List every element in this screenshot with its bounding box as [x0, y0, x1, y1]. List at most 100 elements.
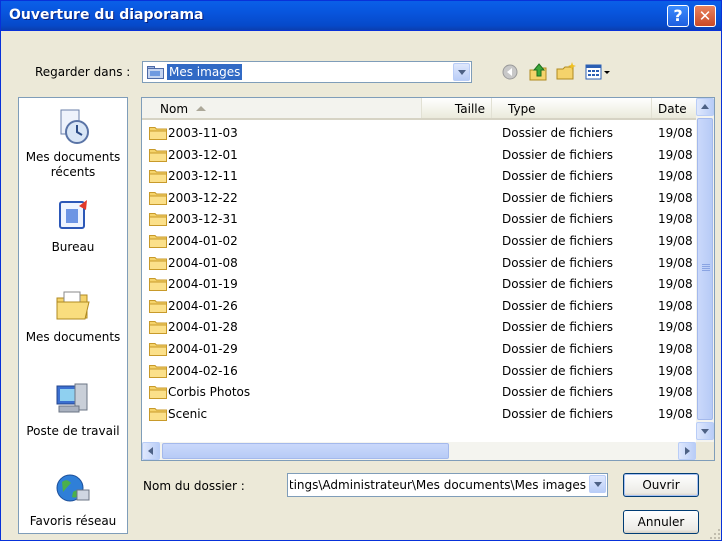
folder-icon: [149, 235, 167, 248]
file-date: 19/08: [658, 190, 693, 205]
horizontal-scroll-thumb[interactable]: [162, 443, 449, 459]
table-row[interactable]: 2004-01-08 Dossier de fichiers 19/08: [142, 252, 696, 274]
file-type: Dossier de fichiers: [502, 190, 614, 205]
file-type: Dossier de fichiers: [502, 385, 614, 400]
file-date: 19/08: [658, 212, 693, 227]
new-folder-icon[interactable]: [555, 61, 577, 83]
folder-icon: [149, 127, 167, 140]
folder-icon: [149, 364, 167, 378]
file-name: Corbis Photos: [168, 385, 251, 400]
file-name: 2003-12-01: [168, 147, 238, 162]
file-date: 19/08: [658, 320, 693, 335]
table-row[interactable]: Corbis Photos Dossier de fichiers 19/08: [142, 381, 696, 403]
place-my-documents[interactable]: Mes documents: [19, 286, 127, 345]
chevron-down-icon[interactable]: [589, 475, 606, 493]
file-type: Dossier de fichiers: [502, 255, 614, 270]
sort-ascending-icon: [196, 106, 207, 111]
folder-name-label: Nom du dossier :: [143, 479, 245, 493]
place-desktop[interactable]: Bureau: [19, 196, 127, 255]
table-row[interactable]: 2003-12-31 Dossier de fichiers 19/08: [142, 208, 696, 230]
table-row[interactable]: 2003-12-01 Dossier de fichiers 19/08: [142, 144, 696, 166]
scroll-down-icon[interactable]: [696, 422, 714, 440]
file-name: 2003-12-11: [168, 169, 238, 184]
file-date: 19/08: [658, 385, 693, 400]
horizontal-scrollbar[interactable]: [142, 442, 696, 460]
chevron-down-icon[interactable]: [453, 63, 470, 81]
folder-icon: [149, 148, 167, 162]
scroll-right-icon[interactable]: [678, 442, 696, 460]
folder-icon: [149, 407, 167, 421]
open-button[interactable]: Ouvrir: [623, 473, 699, 497]
folder-icon: [149, 213, 167, 227]
up-folder-icon[interactable]: [527, 61, 549, 83]
place-my-computer[interactable]: Poste de travail: [19, 380, 127, 439]
network-places-icon: [56, 474, 90, 502]
file-name: 2004-01-08: [168, 255, 238, 270]
table-row[interactable]: 2004-01-29 Dossier de fichiers 19/08: [142, 338, 696, 360]
column-date[interactable]: Date: [652, 98, 696, 118]
folder-name-combo[interactable]: [287, 473, 608, 497]
file-name: 2004-01-28: [168, 320, 238, 335]
folder-name-input[interactable]: [290, 476, 586, 494]
resize-grip-icon[interactable]: [707, 526, 721, 540]
file-name: Scenic: [168, 406, 208, 421]
file-type: Dossier de fichiers: [502, 212, 614, 227]
recent-documents-icon: [60, 109, 89, 144]
table-row[interactable]: 2003-11-03 Dossier de fichiers 19/08: [142, 122, 696, 144]
vertical-scroll-thumb[interactable]: [697, 118, 713, 420]
close-button[interactable]: ✕: [694, 5, 716, 27]
folder-icon: [149, 343, 167, 356]
table-row[interactable]: 2004-01-28 Dossier de fichiers 19/08: [142, 316, 696, 338]
column-name[interactable]: Nom: [142, 98, 422, 118]
vertical-scrollbar[interactable]: [696, 98, 714, 442]
table-row[interactable]: 2004-01-02 Dossier de fichiers 19/08: [142, 230, 696, 252]
table-row[interactable]: 2003-12-22 Dossier de fichiers 19/08: [142, 187, 696, 209]
column-name-label: Nom: [160, 102, 189, 116]
scroll-up-icon[interactable]: [696, 98, 714, 116]
scroll-corner: [696, 442, 714, 460]
file-type: Dossier de fichiers: [502, 234, 614, 248]
look-in-value: Mes images: [167, 64, 243, 80]
column-type[interactable]: Type: [492, 98, 652, 118]
file-type: Dossier de fichiers: [502, 169, 614, 184]
table-row[interactable]: 2004-01-26 Dossier de fichiers 19/08: [142, 295, 696, 317]
look-in-dropdown[interactable]: Mes images: [142, 61, 472, 83]
file-date: 19/08: [658, 169, 693, 184]
file-name: 2004-01-02: [168, 234, 238, 248]
scroll-left-icon[interactable]: [142, 442, 160, 460]
cancel-button[interactable]: Annuler: [623, 510, 699, 534]
my-pictures-folder-icon: [147, 66, 164, 79]
folder-icon: [149, 299, 167, 313]
place-recent-documents[interactable]: Mes documents récents: [19, 106, 127, 180]
file-type: Dossier de fichiers: [502, 406, 614, 421]
title-bar[interactable]: Ouverture du diaporama ? ✕: [1, 1, 721, 31]
file-type: Dossier de fichiers: [502, 320, 614, 335]
view-menu-icon[interactable]: [583, 61, 613, 83]
folder-icon: [149, 278, 167, 292]
table-row[interactable]: 2003-12-11 Dossier de fichiers 19/08: [142, 165, 696, 187]
folder-icon: [149, 386, 167, 400]
folder-icon: [149, 321, 167, 335]
file-date: 19/08: [658, 363, 693, 378]
table-row[interactable]: 2004-02-16 Dossier de fichiers 19/08: [142, 360, 696, 382]
back-icon[interactable]: [499, 61, 521, 83]
window-title: Ouverture du diaporama: [9, 7, 204, 23]
file-date: 19/08: [658, 147, 693, 162]
place-network[interactable]: Favoris réseau: [19, 470, 127, 529]
look-in-label: Regarder dans :: [35, 65, 131, 79]
places-bar: Mes documents récents Bureau Mes documen…: [18, 97, 128, 534]
help-button[interactable]: ?: [667, 5, 689, 27]
column-size[interactable]: Taille: [422, 98, 492, 118]
place-label: Favoris réseau: [29, 514, 117, 528]
table-row[interactable]: Scenic Dossier de fichiers 19/08: [142, 403, 696, 425]
place-label: Poste de travail: [26, 424, 120, 438]
file-type: Dossier de fichiers: [502, 277, 614, 292]
file-name: 2004-01-29: [168, 342, 238, 356]
file-list: Nom Taille Type Date 2003-11-03 Dossier d…: [141, 97, 715, 461]
file-type: Dossier de fichiers: [502, 126, 614, 140]
file-date: 19/08: [658, 406, 693, 421]
file-date: 19/08: [658, 298, 693, 313]
table-row[interactable]: 2004-01-19 Dossier de fichiers 19/08: [142, 273, 696, 295]
folder-icon: [149, 170, 167, 184]
file-date: 19/08: [658, 126, 693, 140]
